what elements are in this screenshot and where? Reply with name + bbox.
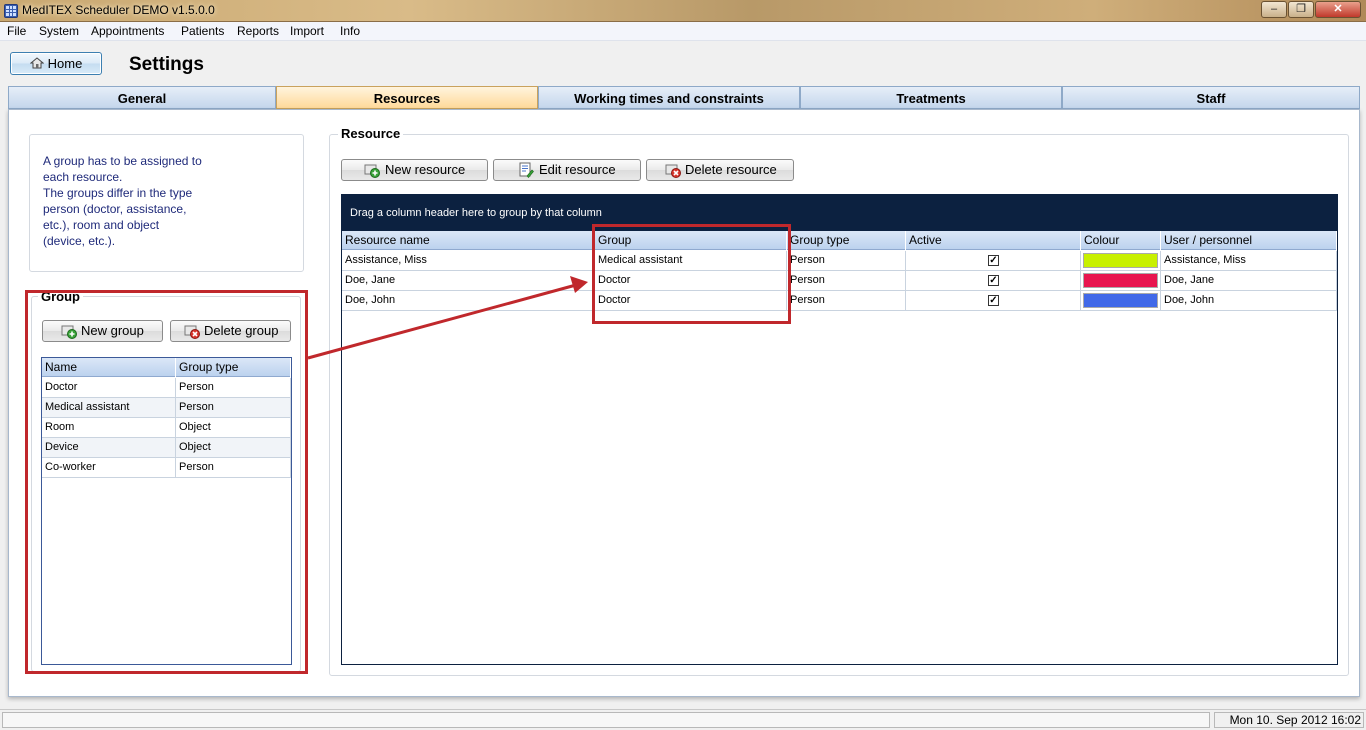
menu-system[interactable]: System (39, 24, 79, 38)
annotation-arrow (307, 276, 588, 360)
info-text-line: each resource. (43, 170, 123, 184)
info-text-line: The groups differ in the type (43, 186, 193, 200)
app-icon (4, 4, 18, 18)
tab-working-times[interactable]: Working times and constraints (538, 86, 800, 109)
column-header-colour[interactable]: Colour (1081, 231, 1161, 250)
menu-info[interactable]: Info (340, 24, 360, 38)
table-row[interactable]: Assistance, Miss Medical assistant Perso… (342, 251, 1337, 271)
resource-legend: Resource (338, 126, 404, 141)
delete-resource-label: Delete resource (685, 162, 777, 177)
tab-staff[interactable]: Staff (1062, 86, 1360, 109)
info-text-line: (device, etc.). (43, 234, 116, 248)
cell-colour (1081, 291, 1161, 311)
annotation-highlight-group-panel (25, 290, 308, 674)
maximize-button[interactable]: ❐ (1288, 1, 1314, 18)
close-button[interactable]: ✕ (1315, 1, 1361, 18)
menu-file[interactable]: File (7, 24, 26, 38)
menu-reports[interactable]: Reports (237, 24, 279, 38)
cell-user: Doe, Jane (1161, 271, 1337, 291)
tab-resources[interactable]: Resources (276, 86, 538, 109)
resource-table-header: Resource name Group Group type Active Co… (342, 231, 1337, 250)
menu-patients[interactable]: Patients (181, 24, 224, 38)
cell-colour (1081, 251, 1161, 271)
menu-appointments[interactable]: Appointments (91, 24, 164, 38)
status-message (2, 712, 1210, 728)
column-header-active[interactable]: Active (906, 231, 1081, 250)
cell-resource-name: Assistance, Miss (342, 251, 595, 271)
colour-swatch[interactable] (1083, 253, 1158, 268)
home-button-label: Home (47, 56, 83, 71)
cell-active: ✓ (906, 251, 1081, 271)
annotation-highlight-group-column (592, 224, 791, 324)
home-icon (29, 57, 44, 69)
cell-user: Assistance, Miss (1161, 251, 1337, 271)
cell-colour (1081, 271, 1161, 291)
edit-resource-label: Edit resource (539, 162, 616, 177)
cell-active: ✓ (906, 291, 1081, 311)
active-checkbox[interactable]: ✓ (988, 275, 999, 286)
cell-group-type: Person (787, 271, 906, 291)
cell-active: ✓ (906, 271, 1081, 291)
title-bar: MedITEX Scheduler DEMO v1.5.0.0 – ❐ ✕ (0, 0, 1366, 22)
home-button[interactable]: Home (10, 52, 102, 75)
colour-swatch[interactable] (1083, 273, 1158, 288)
cell-user: Doe, John (1161, 291, 1337, 311)
active-checkbox[interactable]: ✓ (988, 255, 999, 266)
add-icon (364, 164, 380, 178)
active-checkbox[interactable]: ✓ (988, 295, 999, 306)
delete-icon (665, 164, 681, 178)
column-header-user[interactable]: User / personnel (1161, 231, 1337, 250)
tab-general[interactable]: General (8, 86, 276, 109)
group-by-drop-area[interactable]: Drag a column header here to group by th… (342, 195, 1337, 231)
cell-group-type: Person (787, 291, 906, 311)
cell-group-type: Person (787, 251, 906, 271)
info-text-line: A group has to be assigned to (43, 154, 202, 168)
status-bar: Mon 10. Sep 2012 16:02 (0, 709, 1366, 730)
info-text-line: etc.), room and object (43, 218, 160, 232)
tab-bar: General Resources Working times and cons… (8, 86, 1360, 109)
new-resource-button[interactable]: New resource (341, 159, 488, 181)
minimize-button[interactable]: – (1261, 1, 1287, 18)
new-resource-label: New resource (385, 162, 466, 177)
column-header-resource-name[interactable]: Resource name (342, 231, 595, 250)
status-datetime: Mon 10. Sep 2012 16:02 (1214, 712, 1364, 728)
tab-treatments[interactable]: Treatments (800, 86, 1062, 109)
column-header-group-type[interactable]: Group type (787, 231, 906, 250)
info-text-line: person (doctor, assistance, (43, 202, 187, 216)
page-title: Settings (129, 54, 204, 75)
delete-resource-button[interactable]: Delete resource (646, 159, 794, 181)
menu-import[interactable]: Import (290, 24, 324, 38)
menu-bar: File System Appointments Patients Report… (0, 22, 1366, 41)
edit-icon (519, 162, 534, 178)
colour-swatch[interactable] (1083, 293, 1158, 308)
edit-resource-button[interactable]: Edit resource (493, 159, 641, 181)
window-title: MedITEX Scheduler DEMO v1.5.0.0 (22, 3, 215, 17)
